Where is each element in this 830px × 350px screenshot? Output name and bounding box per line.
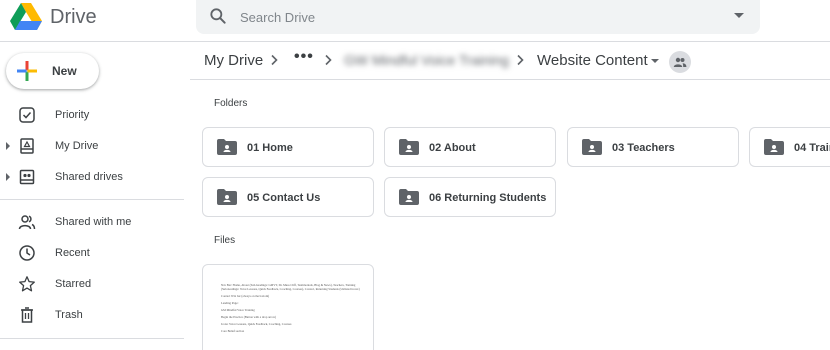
drive-logo-icon[interactable] xyxy=(10,3,42,31)
app-name[interactable]: Drive xyxy=(50,6,97,29)
sidebar-item-label: My Drive xyxy=(55,140,99,152)
file-card[interactable]: Nav Bar: Home, About (Sub-headings: GMVT… xyxy=(202,264,374,350)
sidebar-item-trash[interactable]: Trash xyxy=(0,301,184,329)
chevron-right-icon xyxy=(517,54,524,66)
search-bar[interactable] xyxy=(196,0,760,34)
sidebar-item-shared-with-me[interactable]: Shared with me xyxy=(0,208,184,236)
files-section-title: Files xyxy=(214,235,236,246)
sidebar-item-label: Shared drives xyxy=(55,171,123,183)
search-icon[interactable] xyxy=(208,6,228,26)
folder-name: 04 Train xyxy=(794,142,830,154)
search-input[interactable] xyxy=(240,6,710,28)
sidebar-item-my-drive[interactable]: My Drive xyxy=(0,132,184,160)
breadcrumb-more-button[interactable]: ••• xyxy=(294,48,314,66)
new-button-label: New xyxy=(52,64,77,78)
my-drive-icon xyxy=(20,138,34,154)
sidebar-item-label: Starred xyxy=(55,278,92,290)
sidebar-divider xyxy=(0,199,184,200)
folder-name: 05 Contact Us xyxy=(247,192,321,204)
preview-line: Landing Page: xyxy=(221,301,239,305)
folder-card[interactable]: 06 Returning Students xyxy=(384,177,556,217)
folder-name: 03 Teachers xyxy=(612,142,675,154)
clock-icon xyxy=(19,245,35,261)
shared-folder-icon xyxy=(217,189,237,205)
preview-line: Nav Bar: Home, About (Sub-headings: GMVT… xyxy=(221,283,360,291)
breadcrumb: My Drive ••• GW Mindful Voice Training W… xyxy=(196,46,830,76)
folder-card[interactable]: 02 About xyxy=(384,127,556,167)
shared-folder-icon xyxy=(399,189,419,205)
document-thumbnail: Nav Bar: Home, About (Sub-headings: GMVT… xyxy=(221,283,361,336)
sidebar: New Priority My Drive Shared drives Shar… xyxy=(0,42,190,350)
sidebar-item-priority[interactable]: Priority xyxy=(0,101,184,129)
chevron-right-icon xyxy=(325,54,332,66)
search-options-icon[interactable] xyxy=(734,13,744,18)
people-icon xyxy=(673,57,687,67)
folder-menu-caret-icon[interactable] xyxy=(651,59,659,63)
shared-folder-icon xyxy=(217,139,237,155)
breadcrumb-my-drive[interactable]: My Drive xyxy=(204,52,263,69)
sidebar-item-label: Priority xyxy=(55,109,90,121)
shared-folder-icon xyxy=(399,139,419,155)
shared-drives-icon xyxy=(19,169,35,185)
shared-with-me-icon xyxy=(18,215,36,230)
preview-line: Begin the Practice (Button with a drop a… xyxy=(221,315,277,319)
top-bar: Drive xyxy=(0,0,830,42)
sidebar-item-shared-drives[interactable]: Shared drives xyxy=(0,163,184,191)
sidebar-divider xyxy=(0,338,184,339)
content-divider xyxy=(190,79,830,80)
drive-app: Drive New Priority xyxy=(0,0,830,350)
star-icon xyxy=(19,276,35,292)
preview-line: Contact Wix bar (always on the bottom) xyxy=(221,294,270,298)
trash-icon xyxy=(21,307,33,323)
breadcrumb-parent-folder[interactable]: GW Mindful Voice Training xyxy=(344,52,509,68)
folder-card[interactable]: 04 Train xyxy=(749,127,830,167)
chevron-right-icon xyxy=(271,54,278,66)
breadcrumb-current-folder[interactable]: Website Content xyxy=(537,52,648,69)
priority-icon xyxy=(19,107,35,123)
shared-folder-icon xyxy=(764,139,784,155)
preview-line: Core Belief section xyxy=(221,329,245,333)
preview-line: GM Mindful Voice Training xyxy=(221,308,255,312)
expand-arrow-icon[interactable] xyxy=(6,142,10,150)
folder-name: 01 Home xyxy=(247,142,293,154)
folder-name: 06 Returning Students xyxy=(429,192,547,204)
folder-card[interactable]: 03 Teachers xyxy=(567,127,739,167)
expand-arrow-icon[interactable] xyxy=(6,173,10,181)
sidebar-item-starred[interactable]: Starred xyxy=(0,270,184,298)
plus-icon xyxy=(17,61,37,81)
folder-card[interactable]: 01 Home xyxy=(202,127,374,167)
folder-name: 02 About xyxy=(429,142,476,154)
sidebar-item-label: Trash xyxy=(55,309,83,321)
folders-section-title: Folders xyxy=(214,98,248,109)
shared-folder-badge[interactable] xyxy=(669,51,691,73)
sidebar-item-label: Shared with me xyxy=(55,216,132,228)
preview-line: Icons: Voice Lessons, Quick Feedback, Co… xyxy=(221,322,292,326)
sidebar-item-recent[interactable]: Recent xyxy=(0,239,184,267)
shared-folder-icon xyxy=(582,139,602,155)
new-button[interactable]: New xyxy=(6,53,99,89)
sidebar-item-label: Recent xyxy=(55,247,90,259)
folder-card[interactable]: 05 Contact Us xyxy=(202,177,374,217)
